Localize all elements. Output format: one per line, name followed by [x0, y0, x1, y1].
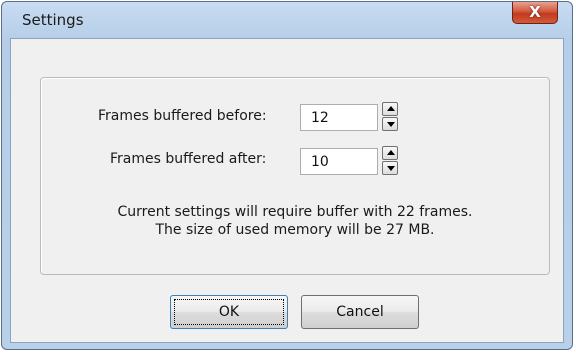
dialog-client-area: Frames buffered before: 12 Frames buffer…: [10, 38, 564, 343]
cancel-button-label: Cancel: [336, 304, 384, 320]
focus-rectangle: [174, 299, 284, 325]
window-title: Settings: [22, 11, 84, 29]
frames-before-label: Frames buffered before:: [98, 108, 267, 124]
frames-before-spinner: [382, 102, 398, 132]
arrow-up-icon: [387, 150, 395, 155]
cancel-button[interactable]: Cancel: [301, 295, 419, 329]
frames-after-spinner: [382, 146, 398, 176]
buffer-info-text: Current settings will require buffer wit…: [117, 204, 473, 220]
title-bar[interactable]: Settings X: [2, 2, 572, 38]
frames-after-label: Frames buffered after:: [110, 151, 267, 167]
close-button[interactable]: X: [512, 2, 558, 24]
settings-group-box: [40, 77, 550, 275]
frames-after-up-button[interactable]: [382, 146, 398, 160]
arrow-up-icon: [387, 106, 395, 111]
frames-after-down-button[interactable]: [382, 161, 398, 175]
close-icon: X: [529, 3, 541, 21]
memory-info-text: The size of used memory will be 27 MB.: [155, 222, 435, 238]
frames-before-down-button[interactable]: [382, 117, 398, 131]
arrow-down-icon: [387, 166, 395, 171]
ok-button[interactable]: OK: [170, 295, 288, 329]
arrow-down-icon: [387, 122, 395, 127]
frames-before-input[interactable]: 12: [300, 104, 378, 131]
settings-dialog: Settings X Frames buffered before: 12 Fr…: [1, 1, 573, 350]
frames-before-up-button[interactable]: [382, 102, 398, 116]
frames-after-input[interactable]: 10: [300, 148, 378, 175]
